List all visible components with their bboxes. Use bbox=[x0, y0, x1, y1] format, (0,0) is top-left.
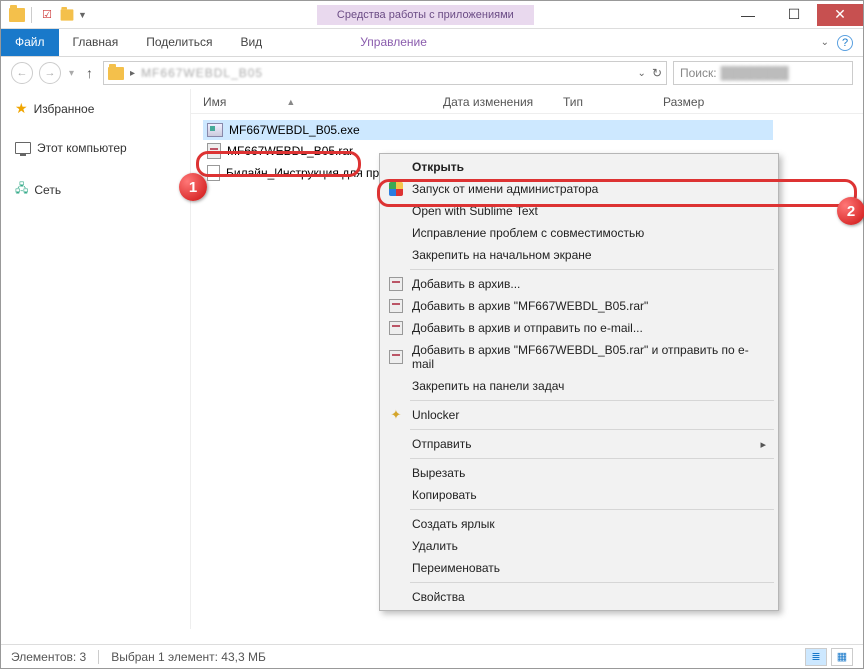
tab-home[interactable]: Главная bbox=[59, 29, 133, 56]
quick-access-toolbar: ☑ ▼ bbox=[1, 6, 87, 24]
contextual-tab-header: Средства работы с приложениями bbox=[317, 4, 534, 25]
menu-unlocker[interactable]: ✦ Unlocker bbox=[382, 404, 776, 426]
menu-pin-taskbar[interactable]: Закрепить на панели задач bbox=[382, 375, 776, 397]
history-dropdown-icon[interactable]: ▾ bbox=[67, 68, 76, 79]
status-count: Элементов: 3 bbox=[11, 650, 86, 664]
help-button[interactable]: ? bbox=[837, 35, 853, 51]
status-selection: Выбран 1 элемент: 43,3 МБ bbox=[111, 650, 266, 664]
sidebar-item-computer[interactable]: Этот компьютер bbox=[15, 138, 190, 158]
tab-view[interactable]: Вид bbox=[226, 29, 276, 56]
menu-cut[interactable]: Вырезать bbox=[382, 462, 776, 484]
sidebar-item-label: Этот компьютер bbox=[37, 141, 127, 155]
exe-icon bbox=[207, 123, 223, 137]
col-date[interactable]: Дата изменения bbox=[443, 95, 563, 109]
up-button[interactable]: ↑ bbox=[82, 65, 97, 81]
view-details-button[interactable]: ≣ bbox=[805, 648, 827, 666]
archive-icon bbox=[388, 298, 404, 314]
menu-open-sublime[interactable]: Open with Sublime Text bbox=[382, 200, 776, 222]
archive-icon bbox=[388, 276, 404, 292]
status-bar: Элементов: 3 Выбран 1 элемент: 43,3 МБ ≣… bbox=[1, 644, 863, 668]
refresh-button[interactable]: ↻ bbox=[652, 66, 662, 80]
context-menu: Открыть Запуск от имени администратора O… bbox=[379, 153, 779, 611]
sidebar-item-label: Избранное bbox=[34, 102, 95, 116]
nav-pane: ★ Избранное Этот компьютер 🖧 Сеть bbox=[1, 89, 191, 629]
file-name: MF667WEBDL_B05.exe bbox=[229, 123, 360, 137]
menu-open[interactable]: Открыть bbox=[382, 156, 776, 178]
ribbon-expand-icon[interactable]: ⌄ bbox=[821, 37, 829, 48]
annotation-badge-2: 2 bbox=[837, 197, 864, 225]
col-type[interactable]: Тип bbox=[563, 95, 663, 109]
col-name[interactable]: Имя bbox=[203, 95, 226, 109]
search-placeholder: ████████ bbox=[721, 66, 789, 80]
titlebar: ☑ ▼ Средства работы с приложениями ― ☐ ✕ bbox=[1, 1, 863, 29]
forward-button[interactable]: → bbox=[39, 62, 61, 84]
menu-run-as-admin[interactable]: Запуск от имени администратора bbox=[382, 178, 776, 200]
file-row[interactable]: MF667WEBDL_B05.exe bbox=[203, 120, 773, 140]
close-button[interactable]: ✕ bbox=[817, 4, 863, 26]
star-icon: ★ bbox=[15, 100, 28, 117]
computer-icon bbox=[15, 142, 31, 154]
annotation-badge-1: 1 bbox=[179, 173, 207, 201]
txt-icon bbox=[207, 165, 220, 181]
window-controls: ― ☐ ✕ bbox=[725, 4, 863, 26]
folder-icon bbox=[9, 8, 25, 22]
address-bar[interactable]: ▸ MF667WEBDL_B05 ⌄ ↻ bbox=[103, 61, 667, 85]
chevron-down-icon[interactable]: ⌄ bbox=[638, 68, 646, 79]
search-input[interactable]: Поиск: ████████ bbox=[673, 61, 853, 85]
menu-pin-start[interactable]: Закрепить на начальном экране bbox=[382, 244, 776, 266]
menu-shortcut[interactable]: Создать ярлык bbox=[382, 513, 776, 535]
menu-send-to[interactable]: Отправить bbox=[382, 433, 776, 455]
sidebar-item-label: Сеть bbox=[34, 183, 61, 197]
back-button[interactable]: ← bbox=[11, 62, 33, 84]
archive-icon bbox=[388, 320, 404, 336]
menu-delete[interactable]: Удалить bbox=[382, 535, 776, 557]
shield-icon bbox=[388, 181, 404, 197]
key-icon: ✦ bbox=[388, 407, 404, 423]
chevron-right-icon: ▸ bbox=[130, 68, 135, 79]
archive-icon bbox=[388, 349, 404, 365]
view-icons-button[interactable]: ▦ bbox=[831, 648, 853, 666]
sort-indicator-icon: ▲ bbox=[286, 97, 295, 107]
tab-manage[interactable]: Управление bbox=[346, 29, 441, 56]
menu-troubleshoot[interactable]: Исправление проблем с совместимостью bbox=[382, 222, 776, 244]
sidebar-item-network[interactable]: 🖧 Сеть bbox=[15, 176, 190, 203]
search-label: Поиск: bbox=[680, 66, 717, 80]
file-name: Билайн_Инструкция для про bbox=[226, 166, 386, 180]
minimize-button[interactable]: ― bbox=[725, 4, 771, 26]
maximize-button[interactable]: ☐ bbox=[771, 4, 817, 26]
menu-add-archive[interactable]: Добавить в архив... bbox=[382, 273, 776, 295]
col-size[interactable]: Размер bbox=[663, 95, 743, 109]
ribbon: Файл Главная Поделиться Вид Управление ⌄… bbox=[1, 29, 863, 57]
breadcrumb[interactable]: MF667WEBDL_B05 bbox=[141, 66, 263, 80]
column-headers: Имя ▲ Дата изменения Тип Размер bbox=[191, 89, 863, 114]
tab-file[interactable]: Файл bbox=[1, 29, 59, 56]
qat-dropdown-icon[interactable]: ▼ bbox=[78, 10, 87, 20]
folder-icon bbox=[108, 67, 124, 80]
menu-add-email[interactable]: Добавить в архив и отправить по e-mail..… bbox=[382, 317, 776, 339]
qat-newfolder-button[interactable] bbox=[58, 6, 76, 24]
navbar: ← → ▾ ↑ ▸ MF667WEBDL_B05 ⌄ ↻ Поиск: ████… bbox=[1, 57, 863, 89]
sidebar-item-favorites[interactable]: ★ Избранное bbox=[15, 97, 190, 120]
menu-add-rar[interactable]: Добавить в архив "MF667WEBDL_B05.rar" bbox=[382, 295, 776, 317]
rar-icon bbox=[207, 143, 221, 159]
qat-properties-button[interactable]: ☑ bbox=[38, 6, 56, 24]
menu-copy[interactable]: Копировать bbox=[382, 484, 776, 506]
network-icon: 🖧 bbox=[15, 179, 28, 200]
menu-add-rar-email[interactable]: Добавить в архив "MF667WEBDL_B05.rar" и … bbox=[382, 339, 776, 375]
tab-share[interactable]: Поделиться bbox=[132, 29, 226, 56]
file-name: MF667WEBDL_B05.rar bbox=[227, 144, 353, 158]
menu-rename[interactable]: Переименовать bbox=[382, 557, 776, 579]
menu-properties[interactable]: Свойства bbox=[382, 586, 776, 608]
